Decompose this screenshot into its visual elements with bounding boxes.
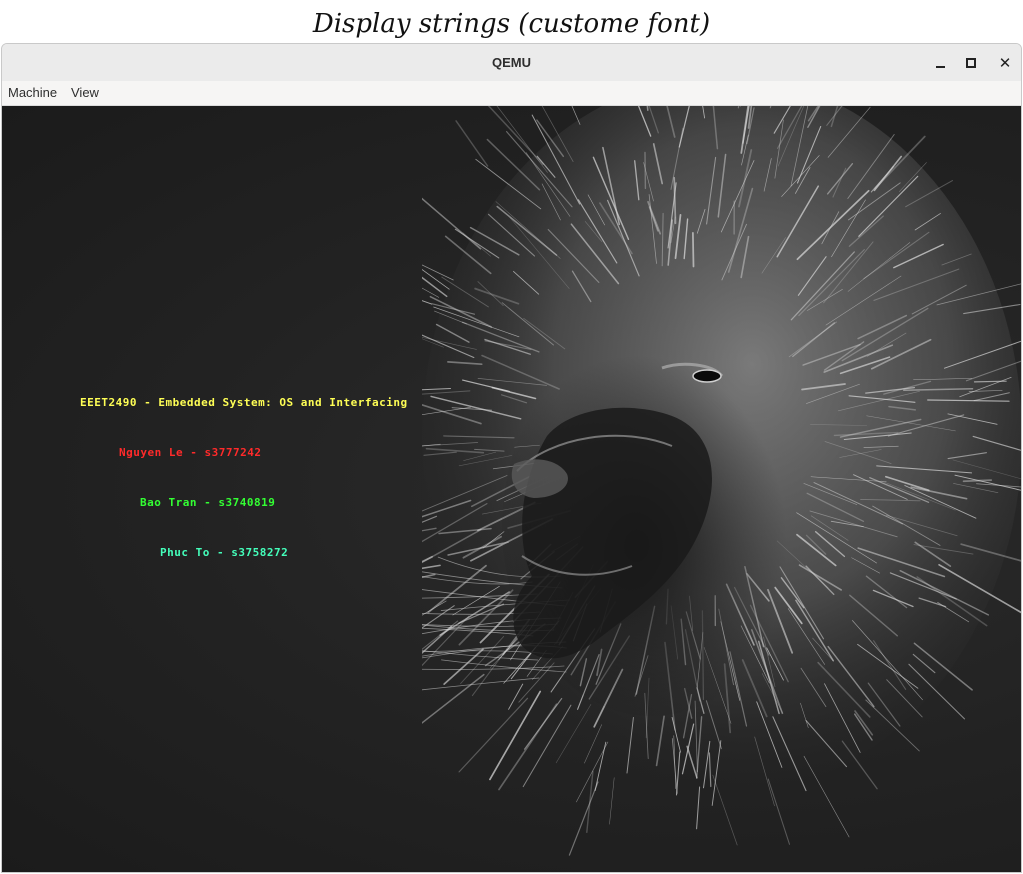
close-icon: ✕: [998, 54, 1012, 72]
student-line-bao: Bao Tran - s3740819: [140, 496, 276, 509]
student-line-nguyen: Nguyen Le - s3777242: [119, 446, 262, 459]
window-title: QEMU: [492, 55, 531, 70]
menu-bar: Machine View: [2, 81, 1021, 106]
page-caption: Display strings (custome font): [312, 9, 711, 39]
vm-display[interactable]: EEET2490 - Embedded System: OS and Inter…: [2, 106, 1021, 872]
menu-view[interactable]: View: [65, 81, 105, 105]
minimize-button[interactable]: [927, 50, 953, 76]
title-bar[interactable]: QEMU ✕: [2, 44, 1021, 82]
lion-image: [422, 106, 1021, 856]
maximize-icon: [966, 58, 976, 68]
close-button[interactable]: ✕: [992, 50, 1018, 76]
maximize-button[interactable]: [958, 50, 984, 76]
course-title-line: EEET2490 - Embedded System: OS and Inter…: [80, 396, 408, 409]
student-line-phuc: Phuc To - s3758272: [160, 546, 289, 559]
qemu-window: QEMU ✕ Machine View EEET2490 - Embedded …: [1, 43, 1022, 873]
minimize-icon: [935, 66, 945, 68]
menu-machine[interactable]: Machine: [2, 81, 63, 105]
